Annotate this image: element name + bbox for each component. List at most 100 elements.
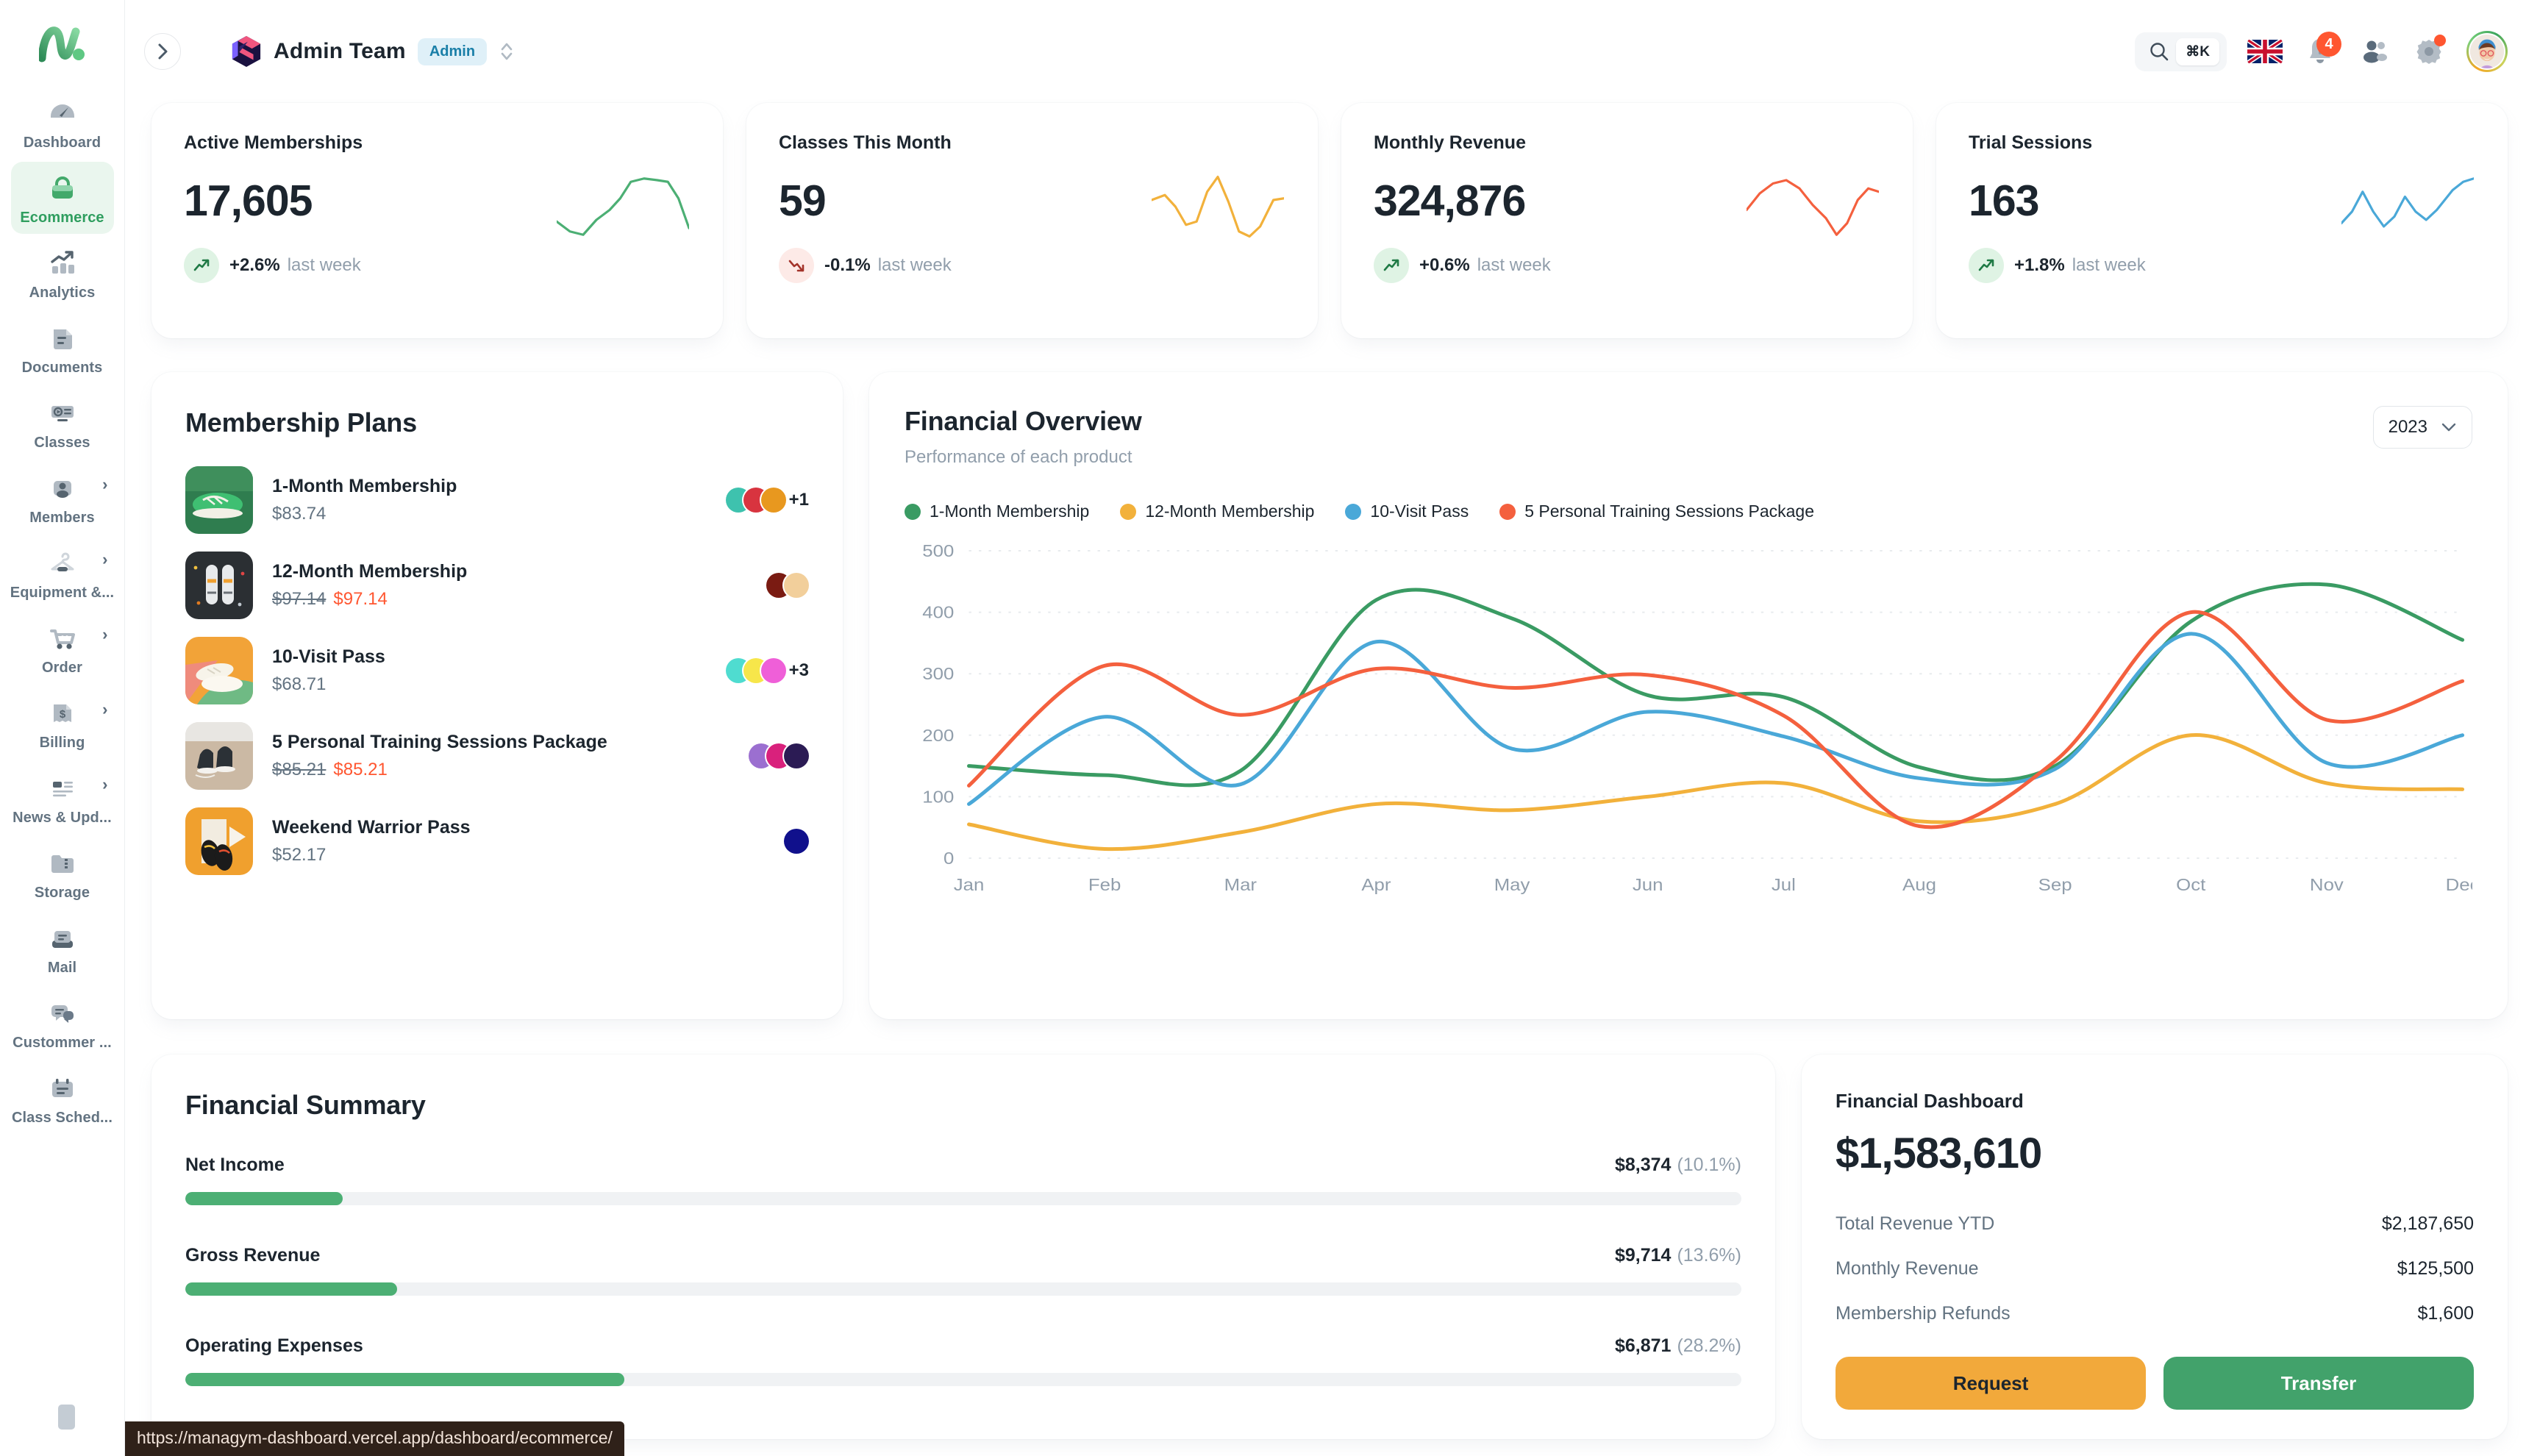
kpi-card: Classes This Month 59 -0.1% last week [746,103,1318,338]
contacts-button[interactable] [2358,35,2391,68]
workspace-chevron-updown-icon[interactable] [499,39,515,64]
plan-avatar [784,743,809,768]
sidebar-item-order[interactable]: Order › [11,612,114,684]
financial-summary-item: Gross Revenue $9,714 (13.6%) [185,1245,1741,1296]
plan-avatar-group [749,743,809,768]
legend-item[interactable]: 12-Month Membership [1120,502,1314,521]
plan-name: 5 Personal Training Sessions Package [272,732,607,752]
financial-overview-title: Financial Overview [905,406,1142,436]
financial-dashboard-row-value: $2,187,650 [2381,1213,2474,1234]
sidebar-item-billing[interactable]: $ Billing › [11,687,114,759]
sidebar-item-members[interactable]: Members › [11,462,114,534]
middle-row: Membership Plans 1-Month Membership $83.… [151,372,2508,1019]
sidebar-item-equipment[interactable]: Equipment &... › [10,537,115,609]
plan-name: 10-Visit Pass [272,646,385,667]
legend-label: 5 Personal Training Sessions Package [1524,502,1815,521]
legend-item[interactable]: 1-Month Membership [905,502,1089,521]
progress-track [185,1192,1741,1205]
plan-row[interactable]: 1-Month Membership $83.74 +1 [185,466,809,534]
user-avatar-glyph [2470,35,2504,68]
legend-item[interactable]: 10-Visit Pass [1345,502,1469,521]
plan-row[interactable]: 12-Month Membership $97.14 $97.14 [185,552,809,619]
kpi-title: Monthly Revenue [1374,132,1526,153]
sidebar-item-documents[interactable]: Documents [11,312,114,384]
sidebar-collapse-button[interactable] [144,33,181,70]
financial-overview-subtitle: Performance of each product [905,447,1132,467]
sidebar-item-news-upd[interactable]: News & Upd... › [11,762,114,834]
sidebar-scrollbar-thumb[interactable] [58,1405,75,1430]
year-select[interactable]: 2023 [2372,406,2472,449]
svg-text:500: 500 [922,542,954,560]
sidebar-item-label: Storage [34,885,90,901]
request-button[interactable]: Request [1836,1357,2146,1410]
main-area: Admin Team Admin ⌘K 4 Active Memberships… [125,0,2540,1456]
financial-summary-value: $8,374 [1614,1155,1672,1175]
sidebar-nav: Dashboard Ecommerce Analytics Documents Clas… [0,87,124,1137]
transfer-button[interactable]: Transfer [2163,1357,2474,1410]
membership-plans-list: 1-Month Membership $83.74 +1 12-Month Me… [185,466,809,875]
avatar[interactable] [2466,31,2508,72]
year-select-value: 2023 [2388,417,2427,437]
plan-thumbnail [185,637,253,704]
receipt-dollar-icon: $ [46,697,79,729]
chevron-right-icon[interactable]: › [102,627,107,643]
workspace-switcher[interactable]: Admin Team Admin [231,35,515,68]
trend-up-icon [184,248,219,283]
chevron-right-icon[interactable]: › [102,702,107,718]
sidebar-item-label: Billing [39,735,85,751]
sidebar-item-mail[interactable]: Mail [11,912,114,984]
sidebar-item-custommer[interactable]: Custommer ... [11,987,114,1059]
chevron-right-icon[interactable]: › [102,552,107,568]
chevron-down-icon [2441,423,2456,432]
legend-color-dot [1120,503,1137,520]
plan-info: 5 Personal Training Sessions Package $85… [272,732,729,780]
plan-avatar [784,573,809,598]
uk-flag-icon[interactable] [2247,39,2283,64]
sidebar-item-label: Equipment &... [10,585,115,601]
sidebar-item-ecommerce[interactable]: Ecommerce [10,162,114,234]
plan-price: $52.17 [272,845,327,865]
svg-text:Jun: Jun [1633,876,1663,894]
sidebar-item-label: Documents [21,360,103,376]
search-icon [2150,43,2169,61]
plan-name: 12-Month Membership [272,561,468,582]
financial-summary-label: Operating Expenses [185,1335,363,1356]
plan-avatar-more: +3 [788,660,809,680]
search-button[interactable]: ⌘K [2135,32,2227,71]
financial-summary-label: Gross Revenue [185,1245,321,1266]
financial-summary-pct: (13.6%) [1677,1245,1741,1266]
progress-track [185,1373,1741,1386]
brand-logo-wrap[interactable] [0,0,124,87]
settings-button[interactable] [2412,35,2446,68]
financial-summary-pct: (28.2%) [1677,1335,1741,1356]
financial-dashboard-total: $1,583,610 [1836,1130,2042,1177]
plan-row[interactable]: Weekend Warrior Pass $52.17 [185,807,809,875]
chevron-right-icon[interactable]: › [102,777,107,793]
sidebar-item-analytics[interactable]: Analytics [11,237,114,309]
legend-label: 1-Month Membership [930,502,1090,521]
kpi-sparkline [2341,174,2474,240]
trend-up-icon [1969,248,2004,283]
document-icon [46,322,79,354]
financial-summary-label: Net Income [185,1155,285,1175]
sidebar-item-label: Members [29,510,95,526]
membership-plans-panel: Membership Plans 1-Month Membership $83.… [151,372,843,1019]
sidebar-item-dashboard[interactable]: Dashboard [11,87,114,159]
sidebar-item-class-sched[interactable]: Class Sched... [11,1062,114,1134]
plan-new-price: $85.21 [333,760,388,779]
chevron-right-icon[interactable]: › [102,477,107,493]
financial-summary-item-head: Net Income $8,374 (10.1%) [185,1155,1741,1176]
plan-row[interactable]: 5 Personal Training Sessions Package $85… [185,722,809,790]
kpi-change-period: last week [287,255,361,275]
sidebar-item-classes[interactable]: Classes [11,387,114,459]
plan-info: 10-Visit Pass $68.71 [272,646,707,695]
notifications-button[interactable]: 4 [2303,32,2341,68]
legend-item[interactable]: 5 Personal Training Sessions Package [1499,502,1814,521]
chevron-updown-glyph [501,43,513,60]
plan-row[interactable]: 10-Visit Pass $68.71 +3 [185,637,809,704]
sidebar-item-storage[interactable]: Storage [11,837,114,909]
trend-up-icon [1374,248,1409,283]
financial-dashboard-title: Financial Dashboard [1836,1090,2024,1112]
progress-fill [185,1373,624,1386]
sidebar-item-label: News & Upd... [13,810,112,826]
